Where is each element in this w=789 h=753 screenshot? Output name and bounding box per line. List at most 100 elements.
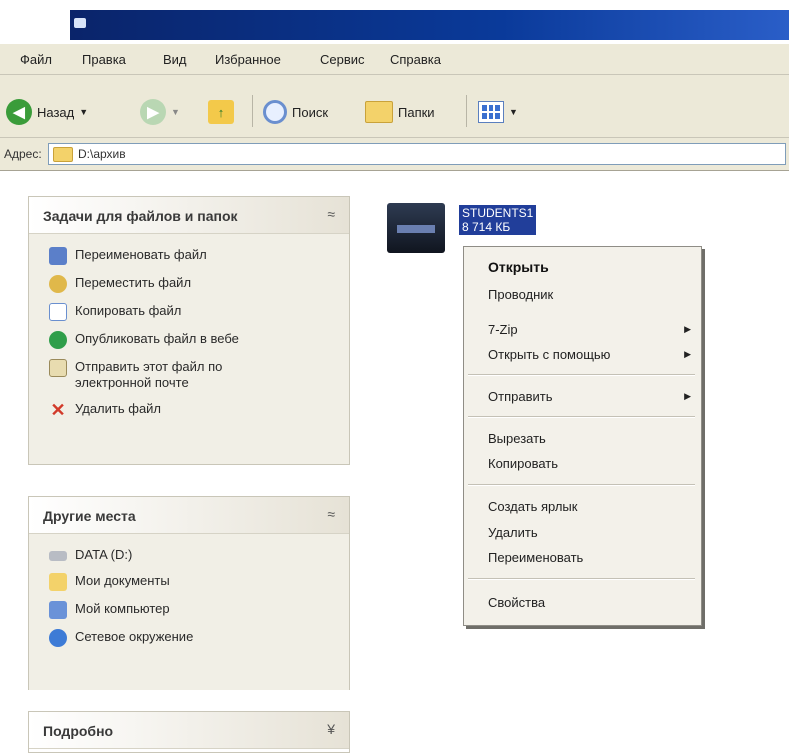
menu-view[interactable]: Вид (163, 52, 187, 67)
task-copy[interactable]: Копировать файл (29, 298, 349, 326)
toolbar-separator (252, 95, 253, 127)
menu-favorites[interactable]: Избранное (215, 52, 281, 67)
place-label: Мой компьютер (75, 601, 170, 616)
tasks-panel-body: Переименовать файл Переместить файл Копи… (29, 234, 349, 464)
task-label: Опубликовать файл в вебе (75, 331, 239, 346)
tasks-panel-title: Задачи для файлов и папок (43, 208, 238, 224)
address-path: D:\архив (78, 147, 126, 161)
drive-icon (49, 551, 67, 561)
menu-edit[interactable]: Правка (82, 52, 126, 67)
place-network[interactable]: Сетевое окружение (29, 624, 349, 652)
submenu-arrow-icon: ▶ (684, 391, 691, 401)
details-header[interactable]: Подробно ¥ (29, 712, 349, 749)
place-label: Сетевое окружение (75, 629, 194, 644)
menu-item-rename[interactable]: Переименовать (488, 550, 583, 565)
address-label: Адрес: (4, 147, 42, 161)
forward-button[interactable]: ▶ ▼ (140, 95, 180, 129)
address-field[interactable]: D:\архив (48, 143, 786, 165)
tasks-panel-header[interactable]: Задачи для файлов и папок ≈ (29, 197, 349, 234)
task-move[interactable]: Переместить файл (29, 270, 349, 298)
collapse-icon[interactable]: ≈ (327, 506, 335, 522)
other-places-header[interactable]: Другие места ≈ (29, 497, 349, 534)
menu-item-create-shortcut[interactable]: Создать ярлык (488, 499, 577, 514)
menu-separator (468, 484, 695, 486)
menu-item-copy[interactable]: Копировать (488, 456, 558, 471)
forward-arrow-icon: ▶ (140, 99, 166, 125)
task-publish[interactable]: Опубликовать файл в вебе (29, 326, 349, 354)
menu-separator (468, 578, 695, 580)
window-title-bar[interactable] (70, 10, 789, 40)
views-button[interactable]: ▼ (478, 95, 518, 129)
globe-icon (49, 331, 67, 349)
menu-item-cut[interactable]: Вырезать (488, 431, 546, 446)
menu-item-explorer[interactable]: Проводник (488, 287, 553, 302)
folders-label: Папки (398, 104, 435, 120)
copy-icon (49, 303, 67, 321)
up-button[interactable]: ↑ (208, 95, 234, 129)
menu-item-open[interactable]: Открыть (488, 259, 549, 275)
place-my-documents[interactable]: Мои документы (29, 568, 349, 596)
delete-icon: ✕ (50, 400, 66, 420)
submenu-arrow-icon: ▶ (684, 349, 691, 359)
search-icon (263, 100, 287, 124)
other-places-title: Другие места (43, 508, 136, 524)
toolbar-separator (466, 95, 467, 127)
task-label: Удалить файл (75, 401, 162, 416)
task-delete[interactable]: ✕ Удалить файл (29, 396, 349, 424)
folder-icon (53, 146, 73, 162)
back-button[interactable]: ◀ Назад ▼ (6, 95, 88, 129)
details-title: Подробно (43, 723, 114, 739)
task-label: Копировать файл (75, 303, 182, 318)
menu-file[interactable]: Файл (20, 52, 52, 67)
expand-icon[interactable]: ¥ (327, 721, 335, 737)
archive-file-icon[interactable] (387, 203, 445, 253)
computer-icon (49, 601, 67, 619)
up-folder-icon: ↑ (208, 100, 234, 124)
documents-folder-icon (49, 573, 67, 591)
menu-separator (468, 416, 695, 418)
place-label: Мои документы (75, 573, 170, 588)
menu-item-send-to[interactable]: Отправить (488, 389, 552, 404)
task-pane: Задачи для файлов и папок ≈ Переименоват… (0, 171, 372, 753)
menu-item-7zip[interactable]: 7-Zip (488, 322, 518, 337)
folders-button[interactable]: Папки (365, 95, 435, 129)
task-label: Переименовать файл (75, 247, 207, 262)
network-icon (49, 629, 67, 647)
archive-band (397, 225, 435, 233)
place-data-drive[interactable]: DATA (D:) (29, 542, 349, 568)
other-places-body: DATA (D:) Мои документы Мой компьютер Се… (29, 534, 349, 690)
search-button[interactable]: Поиск (263, 95, 328, 129)
move-icon (49, 275, 67, 293)
task-label: Переместить файл (75, 275, 192, 290)
back-label: Назад (37, 104, 75, 120)
menu-help[interactable]: Справка (390, 52, 441, 67)
forward-dropdown-icon[interactable]: ▼ (171, 107, 180, 117)
email-icon (49, 359, 67, 377)
other-places-panel: Другие места ≈ DATA (D:) Мои документы М… (28, 496, 350, 690)
menu-item-open-with[interactable]: Открыть с помощью (488, 347, 610, 362)
folders-icon (365, 101, 393, 123)
file-label[interactable]: STUDENTS1 8 714 КБ (459, 205, 537, 235)
place-my-computer[interactable]: Мой компьютер (29, 596, 349, 624)
place-label: DATA (D:) (75, 547, 133, 562)
back-arrow-icon: ◀ (6, 99, 32, 125)
task-email[interactable]: Отправить этот файл по электронной почте (29, 354, 349, 396)
views-dropdown-icon[interactable]: ▼ (509, 107, 518, 117)
details-panel: Подробно ¥ (28, 711, 350, 753)
task-rename[interactable]: Переименовать файл (29, 242, 349, 270)
back-dropdown-icon[interactable]: ▼ (79, 107, 88, 117)
tasks-panel: Задачи для файлов и папок ≈ Переименоват… (28, 196, 350, 465)
context-menu: Открыть Проводник 7-Zip ▶ Открыть с помо… (463, 246, 702, 626)
menu-tools[interactable]: Сервис (320, 52, 365, 67)
collapse-icon[interactable]: ≈ (327, 206, 335, 222)
file-size: 8 714 КБ (462, 220, 511, 234)
search-label: Поиск (292, 104, 329, 120)
menu-item-properties[interactable]: Свойства (488, 595, 545, 610)
address-bar: Адрес: D:\архив (0, 138, 789, 171)
window-system-icon[interactable] (74, 18, 86, 28)
menu-bar: Файл Правка Вид Избранное Сервис Справка (0, 44, 789, 75)
file-name: STUDENTS1 (462, 206, 534, 220)
task-label: Отправить этот файл по электронной почте (75, 359, 223, 390)
menu-item-delete[interactable]: Удалить (488, 525, 538, 540)
views-icon (478, 101, 504, 123)
